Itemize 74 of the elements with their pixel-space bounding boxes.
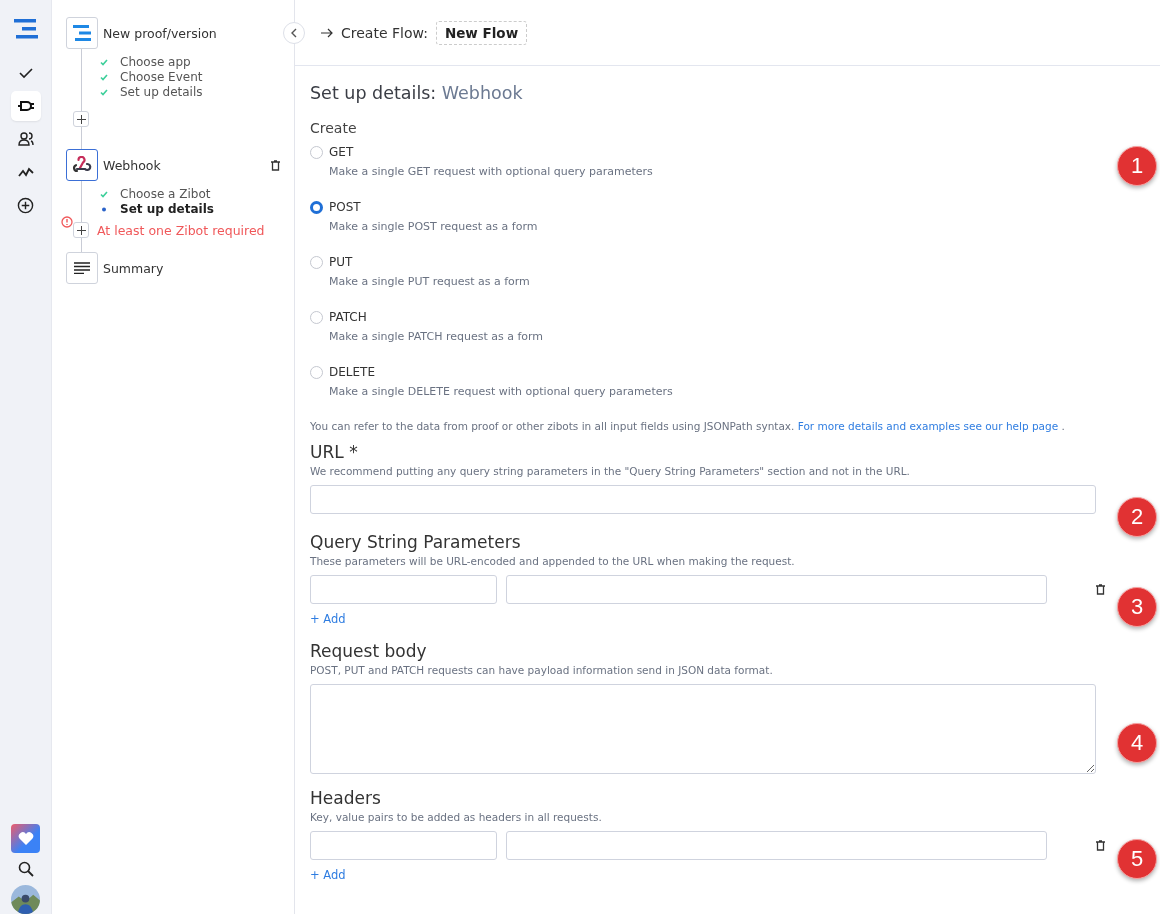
field-hint: Key, value pairs to be added as headers in all requests. (310, 811, 603, 823)
radio-label[interactable]: PATCH (329, 310, 367, 324)
field-label: Headers (310, 788, 382, 808)
callout-badge: 3 (1117, 587, 1157, 627)
radio-button[interactable] (310, 255, 323, 269)
field-label: Query String Parameters (310, 532, 522, 552)
key-field[interactable] (310, 575, 497, 604)
step-title[interactable]: Webhook (103, 157, 161, 173)
add-circle-icon (17, 196, 34, 214)
step-title[interactable]: New proof/version (103, 25, 217, 41)
favorites-button[interactable] (11, 824, 40, 853)
radio-label[interactable]: PUT (329, 255, 353, 269)
list-icon (74, 262, 90, 274)
add-step-button[interactable] (73, 111, 89, 127)
substep-label[interactable]: Choose Event (120, 70, 203, 84)
trend-line-icon (17, 165, 34, 179)
trash-icon[interactable] (1096, 584, 1105, 595)
option-description: Make a single PATCH request as a form (329, 330, 545, 343)
field-label: Request body (310, 641, 428, 661)
option-description: Make a single PUT request as a form (329, 275, 531, 288)
page-title: Create Flow: (341, 24, 428, 41)
radio-label[interactable]: DELETE (329, 365, 375, 379)
add-step-button[interactable] (73, 222, 89, 238)
radio-button[interactable] (310, 200, 323, 214)
trash-icon[interactable] (271, 159, 280, 171)
app-logo (73, 25, 91, 41)
substep-label[interactable]: Choose a Zibot (120, 187, 211, 201)
plus-icon (76, 114, 86, 124)
option-description: Make a single DELETE request with optional query parameters (329, 385, 674, 398)
webhook-icon (72, 156, 92, 174)
callout-badge: 4 (1117, 723, 1157, 763)
group-label: Create (310, 120, 358, 136)
trash-icon[interactable] (1096, 840, 1105, 851)
option-description: Make a single POST request as a form (329, 220, 539, 233)
step-title[interactable]: Summary (103, 260, 164, 276)
app-logo[interactable] (13, 18, 38, 40)
radio-button[interactable] (310, 365, 323, 379)
substep-label[interactable]: Choose app (120, 55, 191, 69)
radio-button[interactable] (310, 145, 323, 159)
arrow-right-icon (321, 27, 333, 38)
radio-label[interactable]: GET (329, 145, 354, 159)
callout-badge: 5 (1117, 839, 1157, 879)
field-hint: These parameters will be URL-encoded and appended to the URL when making the request. (310, 555, 796, 567)
key-field[interactable] (310, 831, 497, 860)
section-heading: Set up details: Webhook (310, 83, 524, 103)
step-icon-box[interactable] (66, 149, 98, 181)
callout-badge: 1 (1117, 146, 1157, 186)
heart-icon (17, 831, 34, 846)
substep-label[interactable]: Set up details (120, 85, 203, 99)
field-hint: POST, PUT and PATCH requests can have payload information send in JSON data format. (310, 664, 774, 676)
flow-name-field[interactable]: New Flow (435, 20, 528, 45)
plug-icon (16, 99, 35, 113)
input-field[interactable] (310, 485, 1096, 514)
help-link[interactable]: For more details and examples see our help page (797, 420, 1059, 432)
chevron-left-icon (291, 28, 297, 38)
substep-label[interactable]: Set up details (120, 202, 214, 216)
error-message: At least one Zibot required (97, 222, 265, 238)
radio-button[interactable] (310, 310, 323, 324)
nav-button[interactable] (10, 91, 41, 121)
field-label: URL * (310, 442, 359, 462)
check-icon (17, 65, 34, 81)
plus-icon (76, 225, 86, 235)
search-icon[interactable] (17, 861, 34, 877)
warning-icon (61, 216, 73, 228)
radio-label[interactable]: POST (329, 200, 361, 214)
add-link[interactable]: + Add (310, 612, 346, 626)
value-field[interactable] (506, 831, 1047, 860)
callout-badge: 2 (1117, 497, 1157, 537)
users-icon (17, 131, 34, 147)
value-field[interactable] (506, 575, 1047, 604)
field-hint: We recommend putting any query string parameters in the "Query String Parameters" section and not in the URL. (310, 465, 911, 477)
help-text: You can refer to the data from proof or other zibots in all input fields using JSONPath syntax. For more details and examples see our help page . (310, 420, 1065, 432)
option-description: Make a single GET request with optional query parameters (329, 165, 654, 178)
add-link[interactable]: + Add (310, 868, 346, 882)
